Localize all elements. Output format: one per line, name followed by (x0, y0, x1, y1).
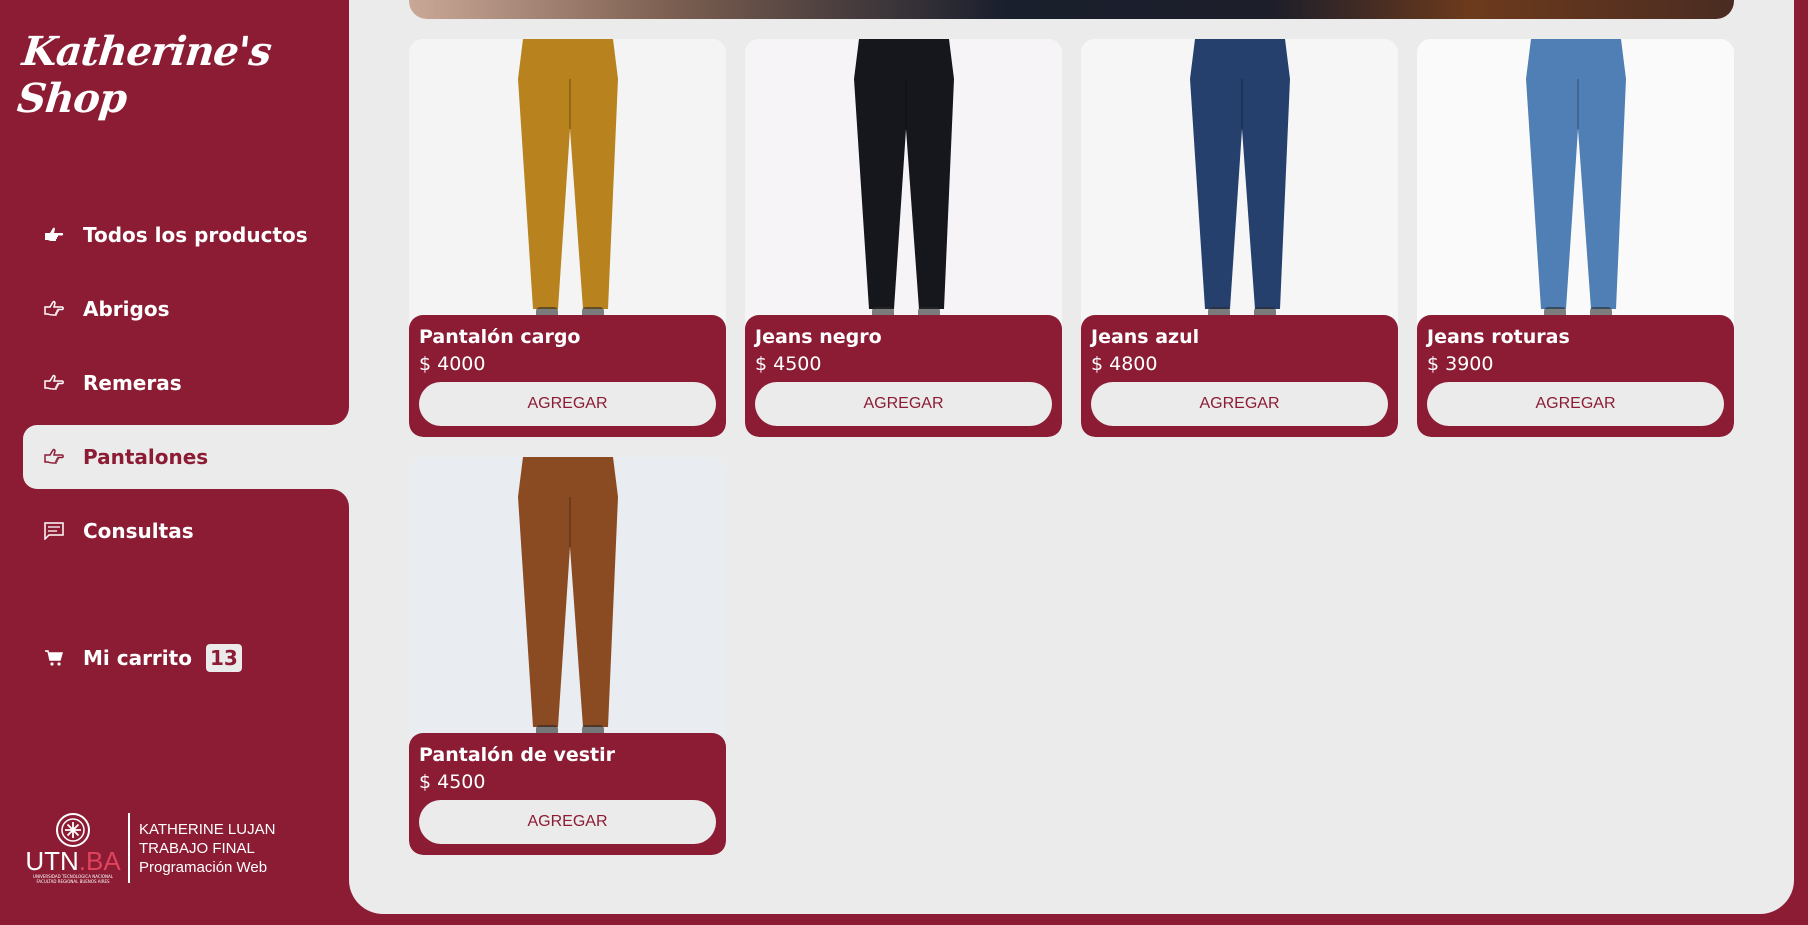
product-info: Jeans negro $ 4500 AGREGAR (745, 315, 1062, 437)
hand-pointing-outline-icon (40, 374, 68, 392)
utn-emblem-icon (56, 813, 90, 847)
product-image[interactable] (409, 39, 726, 324)
hand-pointing-outline-icon (40, 300, 68, 318)
add-to-cart-button[interactable]: AGREGAR (1091, 382, 1388, 426)
nav-item-consultas[interactable]: Consultas (23, 499, 349, 563)
utn-wordmark: UTN.BA (25, 846, 121, 876)
product-name: Jeans negro (755, 326, 882, 348)
utn-logo: UTN.BA UNIVERSIDAD TECNOLOGICA NACIONAL … (25, 812, 121, 884)
product-name: Jeans azul (1091, 326, 1200, 348)
product-image[interactable] (1417, 39, 1734, 324)
product-card[interactable]: Jeans azul $ 4800 AGREGAR (1081, 39, 1398, 437)
product-info: Jeans azul $ 4800 AGREGAR (1081, 315, 1398, 437)
cart-label: Mi carrito (83, 646, 192, 670)
product-name: Pantalón de vestir (419, 744, 616, 766)
product-price: $ 4500 (755, 353, 822, 375)
hero-banner (409, 0, 1734, 19)
hand-pointing-icon (40, 226, 68, 244)
product-image[interactable] (409, 457, 726, 742)
product-image[interactable] (1081, 39, 1398, 324)
main-panel: Pantalón cargo $ 4000 AGREGAR Jeans negro $ … (349, 0, 1794, 914)
product-card[interactable]: Jeans roturas $ 3900 AGREGAR (1417, 39, 1734, 437)
add-to-cart-button[interactable]: AGREGAR (1427, 382, 1724, 426)
footer-text: KATHERINE LUJAN TRABAJO FINAL Programaci… (139, 820, 275, 877)
nav-item-abrigos[interactable]: Abrigos (23, 277, 349, 341)
product-card[interactable]: Pantalón cargo $ 4000 AGREGAR (409, 39, 726, 437)
footer-divider (128, 813, 130, 883)
footer: UTN.BA UNIVERSIDAD TECNOLOGICA NACIONAL … (25, 812, 275, 884)
nav-label: Abrigos (83, 297, 170, 321)
product-image[interactable] (745, 39, 1062, 324)
chat-icon (40, 522, 68, 540)
product-price: $ 3900 (1427, 353, 1494, 375)
product-info: Jeans roturas $ 3900 AGREGAR (1417, 315, 1734, 437)
product-name: Pantalón cargo (419, 326, 581, 348)
product-name: Jeans roturas (1427, 326, 1570, 348)
sidebar: Katherine's Shop Todos los productos Abr… (0, 0, 349, 925)
nav-curve-top (327, 405, 349, 425)
footer-line-2: TRABAJO FINAL (139, 839, 255, 857)
utn-subtitle: UNIVERSIDAD TECNOLOGICA NACIONAL FACULTA… (33, 874, 113, 884)
nav-item-pantalones[interactable]: Pantalones (23, 425, 349, 489)
cart-link[interactable]: Mi carrito 13 (23, 626, 242, 690)
nav-label: Remeras (83, 371, 182, 395)
nav-label: Pantalones (83, 445, 209, 469)
shop-logo[interactable]: Katherine's Shop (15, 28, 354, 122)
product-price: $ 4800 (1091, 353, 1158, 375)
add-to-cart-button[interactable]: AGREGAR (419, 800, 716, 844)
nav-label: Consultas (83, 519, 194, 543)
cart-count-badge: 13 (205, 644, 242, 672)
product-price: $ 4000 (419, 353, 486, 375)
hand-pointing-outline-icon (40, 448, 68, 466)
add-to-cart-button[interactable]: AGREGAR (755, 382, 1052, 426)
add-to-cart-button[interactable]: AGREGAR (419, 382, 716, 426)
product-card[interactable]: Pantalón de vestir $ 4500 AGREGAR (409, 457, 726, 855)
nav-label: Todos los productos (83, 223, 308, 247)
nav-item-remeras[interactable]: Remeras (23, 351, 349, 415)
nav-item-todos-los-productos[interactable]: Todos los productos (23, 203, 349, 267)
footer-line-1: KATHERINE LUJAN (139, 820, 276, 838)
product-info: Pantalón cargo $ 4000 AGREGAR (409, 315, 726, 437)
footer-line-3: Programación Web (139, 858, 268, 876)
product-card[interactable]: Jeans negro $ 4500 AGREGAR (745, 39, 1062, 437)
right-edge (1794, 0, 1808, 925)
product-info: Pantalón de vestir $ 4500 AGREGAR (409, 733, 726, 855)
product-price: $ 4500 (419, 771, 486, 793)
cart-icon (40, 649, 68, 667)
